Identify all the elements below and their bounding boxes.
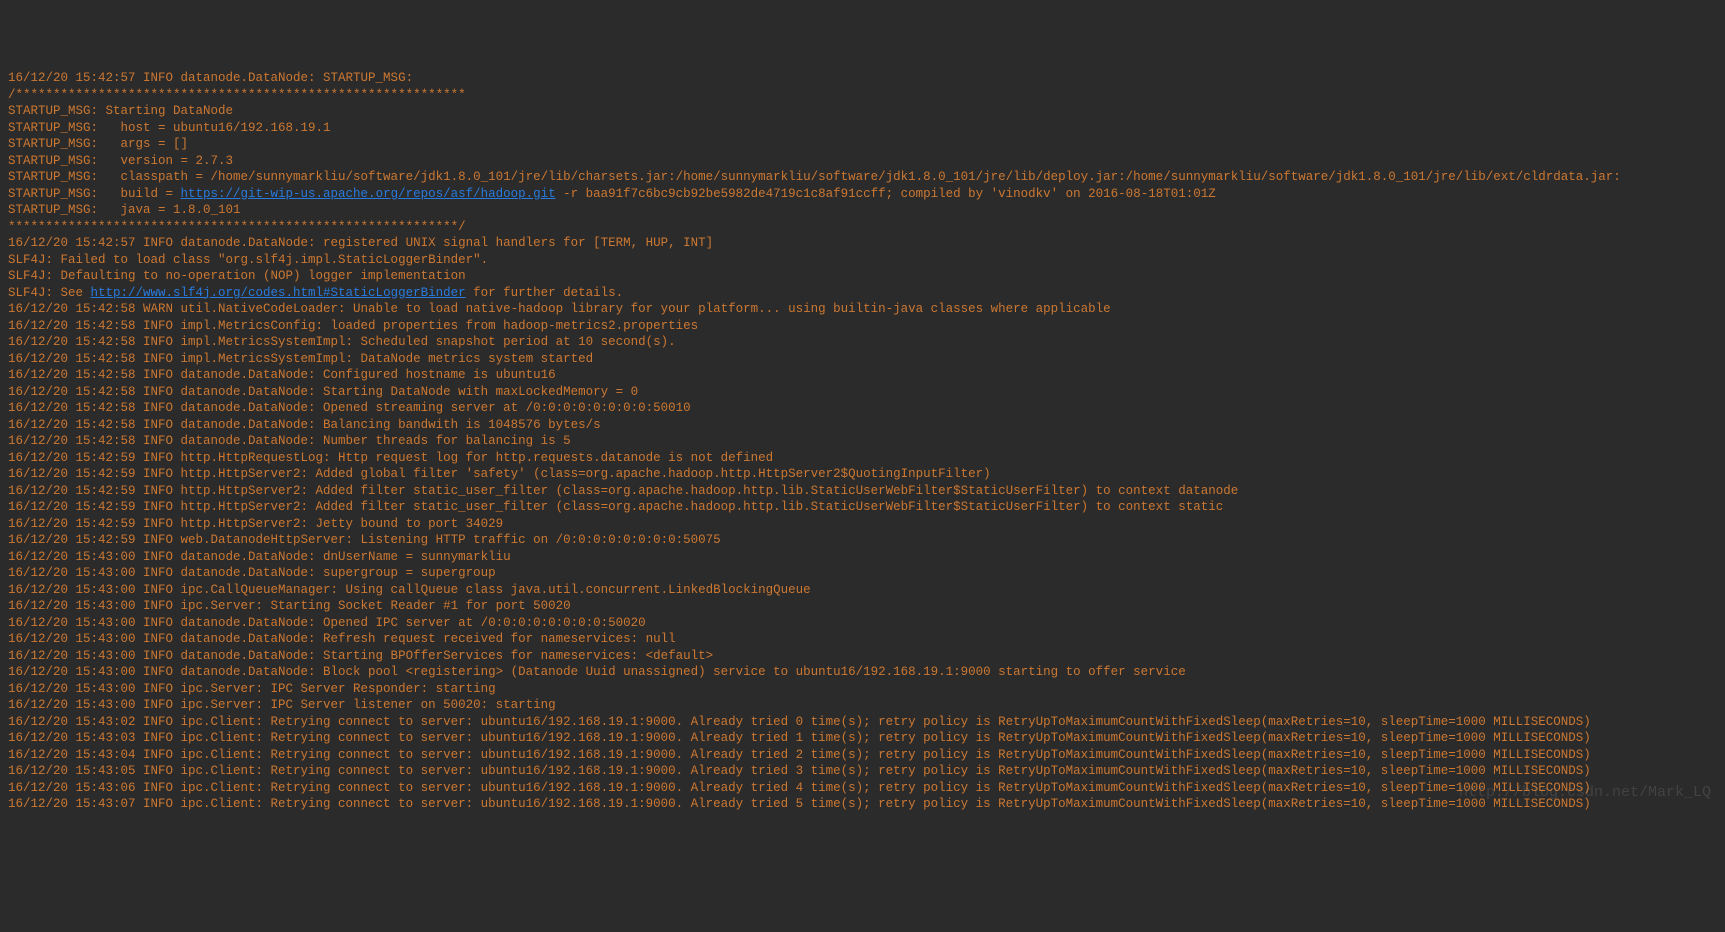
log-line: SLF4J: See http://www.slf4j.org/codes.ht… [8,285,1717,302]
log-line: STARTUP_MSG: build = https://git-wip-us.… [8,186,1717,203]
log-line: 16/12/20 15:42:57 INFO datanode.DataNode… [8,70,1717,87]
log-line: 16/12/20 15:42:58 INFO datanode.DataNode… [8,367,1717,384]
log-line: 16/12/20 15:43:00 INFO ipc.Server: IPC S… [8,697,1717,714]
log-line: STARTUP_MSG: version = 2.7.3 [8,153,1717,170]
log-line: 16/12/20 15:43:00 INFO ipc.CallQueueMana… [8,582,1717,599]
log-line: 16/12/20 15:43:06 INFO ipc.Client: Retry… [8,780,1717,797]
log-line: 16/12/20 15:42:58 INFO datanode.DataNode… [8,400,1717,417]
log-line: STARTUP_MSG: classpath = /home/sunnymark… [8,169,1717,186]
log-line: 16/12/20 15:42:58 INFO impl.MetricsSyste… [8,334,1717,351]
log-line: 16/12/20 15:43:00 INFO datanode.DataNode… [8,615,1717,632]
log-line: 16/12/20 15:43:02 INFO ipc.Client: Retry… [8,714,1717,731]
log-line: /***************************************… [8,87,1717,104]
log-line: STARTUP_MSG: args = [] [8,136,1717,153]
log-line: 16/12/20 15:42:59 INFO http.HttpServer2:… [8,516,1717,533]
log-line: 16/12/20 15:42:58 INFO impl.MetricsSyste… [8,351,1717,368]
log-line: 16/12/20 15:43:00 INFO datanode.DataNode… [8,631,1717,648]
log-line: SLF4J: Failed to load class "org.slf4j.i… [8,252,1717,269]
log-line: 16/12/20 15:42:59 INFO http.HttpServer2:… [8,499,1717,516]
log-line: 16/12/20 15:42:58 WARN util.NativeCodeLo… [8,301,1717,318]
log-line: SLF4J: Defaulting to no-operation (NOP) … [8,268,1717,285]
log-line: 16/12/20 15:43:00 INFO ipc.Server: IPC S… [8,681,1717,698]
log-line: 16/12/20 15:43:00 INFO datanode.DataNode… [8,549,1717,566]
log-line: 16/12/20 15:43:03 INFO ipc.Client: Retry… [8,730,1717,747]
slf4j-link[interactable]: http://www.slf4j.org/codes.html#StaticLo… [91,286,466,300]
log-line: 16/12/20 15:42:59 INFO http.HttpServer2:… [8,466,1717,483]
log-line: 16/12/20 15:43:07 INFO ipc.Client: Retry… [8,796,1717,813]
log-line: ****************************************… [8,219,1717,236]
log-line: 16/12/20 15:42:59 INFO http.HttpServer2:… [8,483,1717,500]
log-output: 16/12/20 15:42:57 INFO datanode.DataNode… [8,70,1717,813]
log-line: 16/12/20 15:42:58 INFO datanode.DataNode… [8,417,1717,434]
log-line: 16/12/20 15:43:00 INFO datanode.DataNode… [8,648,1717,665]
log-line: 16/12/20 15:43:04 INFO ipc.Client: Retry… [8,747,1717,764]
log-line: 16/12/20 15:42:58 INFO datanode.DataNode… [8,384,1717,401]
log-line: 16/12/20 15:42:58 INFO impl.MetricsConfi… [8,318,1717,335]
log-line: STARTUP_MSG: Starting DataNode [8,103,1717,120]
log-line: 16/12/20 15:43:05 INFO ipc.Client: Retry… [8,763,1717,780]
log-line: 16/12/20 15:43:00 INFO datanode.DataNode… [8,565,1717,582]
log-line: 16/12/20 15:42:59 INFO web.DatanodeHttpS… [8,532,1717,549]
log-line: 16/12/20 15:42:57 INFO datanode.DataNode… [8,235,1717,252]
log-line: 16/12/20 15:42:58 INFO datanode.DataNode… [8,433,1717,450]
log-line: STARTUP_MSG: java = 1.8.0_101 [8,202,1717,219]
log-line: STARTUP_MSG: host = ubuntu16/192.168.19.… [8,120,1717,137]
log-line: 16/12/20 15:43:00 INFO ipc.Server: Start… [8,598,1717,615]
log-line: 16/12/20 15:42:59 INFO http.HttpRequestL… [8,450,1717,467]
log-line: 16/12/20 15:43:00 INFO datanode.DataNode… [8,664,1717,681]
build-link[interactable]: https://git-wip-us.apache.org/repos/asf/… [181,187,556,201]
